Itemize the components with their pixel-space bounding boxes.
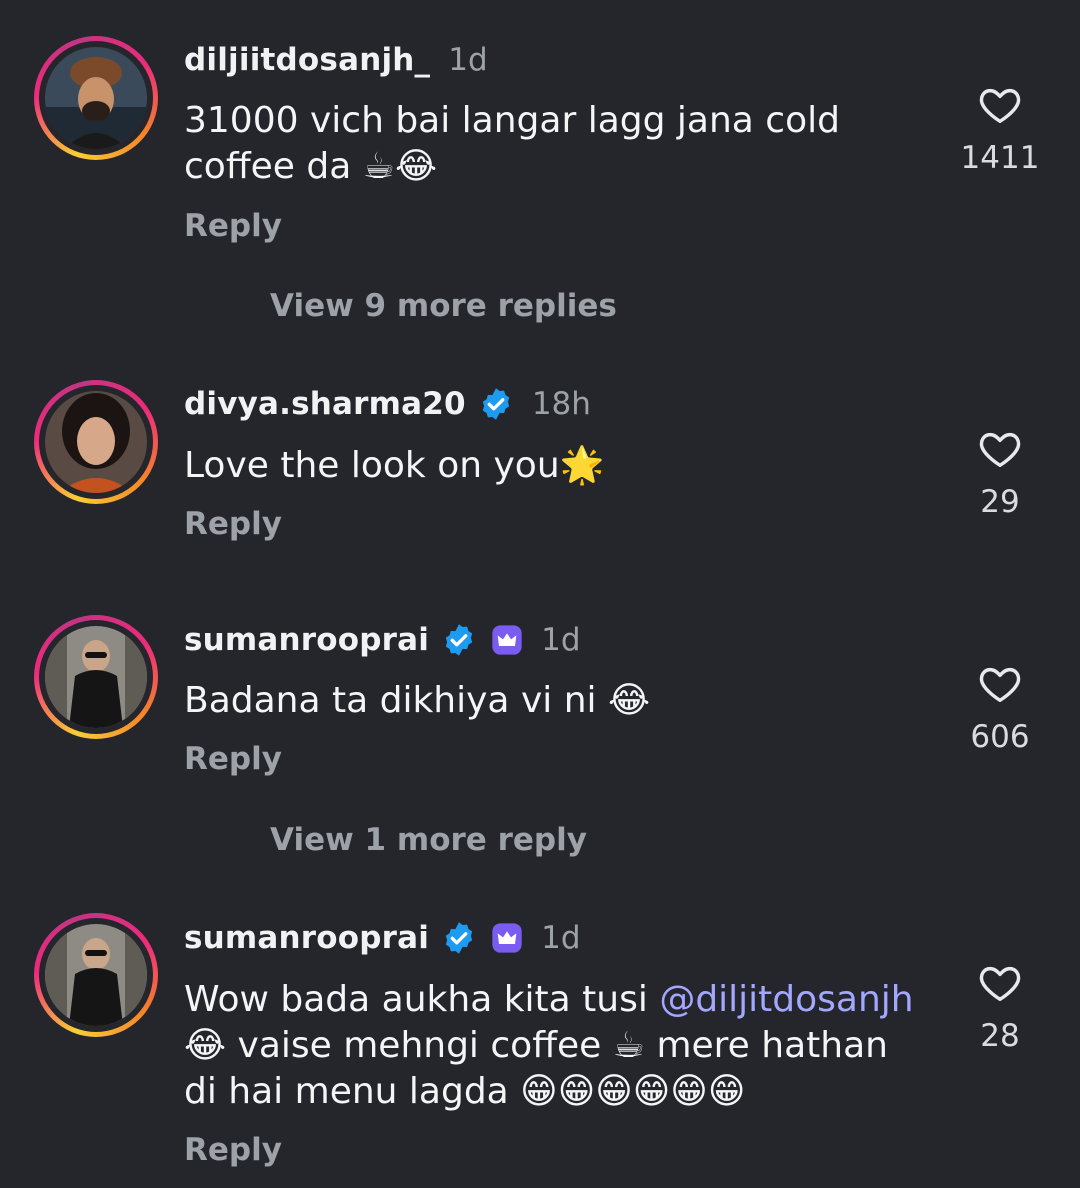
comment-text: 31000 vich bai langar lagg jana cold cof… xyxy=(184,100,840,187)
comment-text: Love the look on you🌟 xyxy=(184,445,605,486)
like-count: 28 xyxy=(980,1018,1020,1054)
heart-outline-icon[interactable] xyxy=(975,960,1025,1006)
username[interactable]: sumanrooprai xyxy=(184,622,429,658)
comment-text-part: Wow bada aukha kita tusi xyxy=(184,979,660,1020)
heart-outline-icon[interactable] xyxy=(975,426,1025,472)
crown-badge-icon xyxy=(492,923,522,953)
like-group: 606 xyxy=(950,661,1050,755)
avatar-photo xyxy=(45,924,147,1026)
mention-link[interactable]: @diljitdosanjh xyxy=(659,979,913,1020)
avatar[interactable] xyxy=(34,380,158,504)
verified-badge-icon xyxy=(482,388,510,420)
username[interactable]: divya.sharma20 xyxy=(184,386,466,422)
comment-time: 1d xyxy=(541,622,581,658)
verified-badge-icon xyxy=(445,922,473,954)
reply-button[interactable]: Reply xyxy=(184,506,282,542)
crown-badge-icon xyxy=(492,625,522,655)
like-group: 29 xyxy=(950,426,1050,520)
verified-badge-icon xyxy=(445,624,473,656)
comment-text-part: 😂 vaise mehngi coffee ☕ mere hathan di h… xyxy=(184,1025,888,1112)
avatar[interactable] xyxy=(34,36,158,160)
avatar[interactable] xyxy=(34,615,158,739)
reply-button[interactable]: Reply xyxy=(184,741,282,777)
like-count: 606 xyxy=(970,719,1030,755)
avatar[interactable] xyxy=(34,913,158,1037)
avatar-photo xyxy=(45,391,147,493)
like-group: 28 xyxy=(950,960,1050,1054)
comment-time: 1d xyxy=(448,42,488,78)
view-replies-button[interactable]: View 1 more reply xyxy=(270,822,587,858)
reply-button[interactable]: Reply xyxy=(184,1132,282,1168)
like-count: 29 xyxy=(980,484,1020,520)
view-replies-button[interactable]: View 9 more replies xyxy=(270,288,617,324)
avatar-photo xyxy=(45,47,147,149)
comment-time: 1d xyxy=(541,920,581,956)
comment-text: Badana ta dikhiya vi ni 😂 xyxy=(184,680,651,721)
like-group: 1411 xyxy=(950,82,1050,176)
comment-text: Wow bada aukha kita tusi @diljitdosanjh … xyxy=(184,977,929,1115)
like-count: 1411 xyxy=(960,140,1040,176)
avatar-photo xyxy=(45,626,147,728)
heart-outline-icon[interactable] xyxy=(975,661,1025,707)
username[interactable]: sumanrooprai xyxy=(184,920,429,956)
heart-outline-icon[interactable] xyxy=(975,82,1025,128)
reply-button[interactable]: Reply xyxy=(184,208,282,244)
comment-time: 18h xyxy=(531,386,591,422)
username[interactable]: diljiitdosanjh_ xyxy=(184,42,430,78)
